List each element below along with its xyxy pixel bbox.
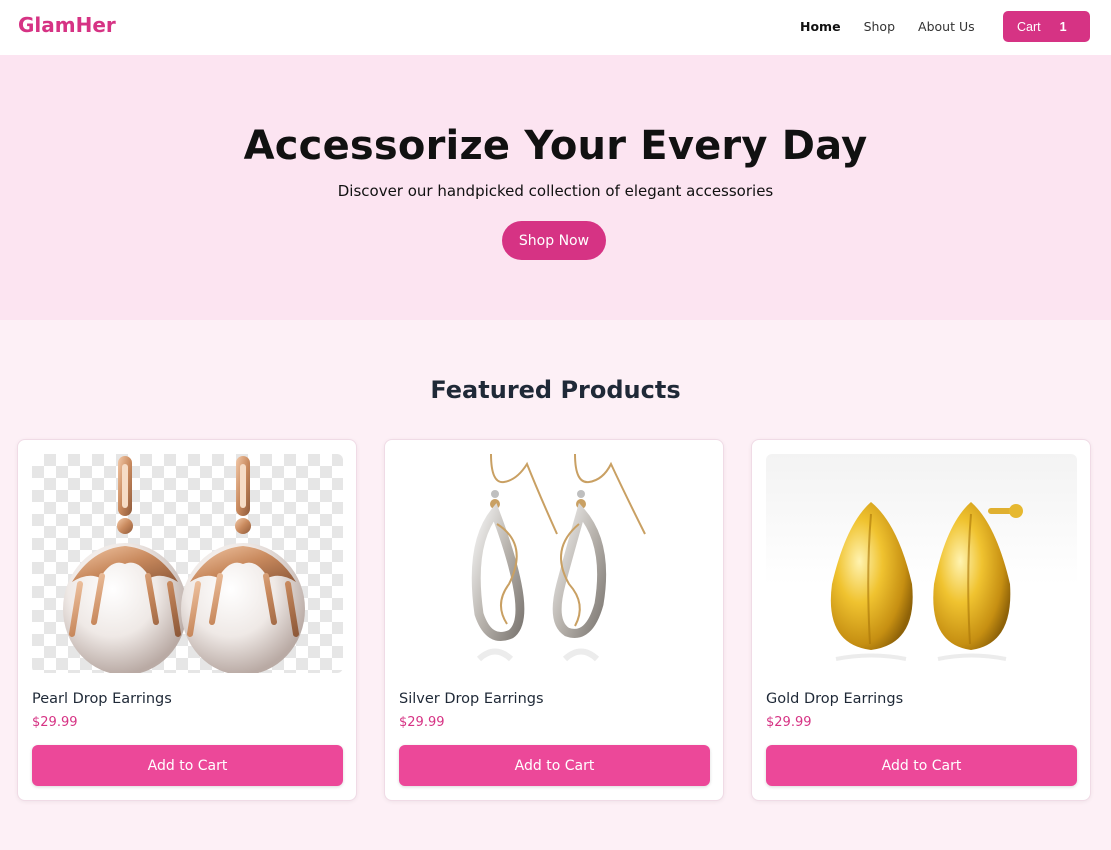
product-card: Silver Drop Earrings $29.99 Add to Cart bbox=[384, 439, 724, 801]
shop-now-button[interactable]: Shop Now bbox=[502, 221, 606, 260]
product-name[interactable]: Pearl Drop Earrings bbox=[32, 691, 172, 707]
hero-subtitle: Discover our handpicked collection of el… bbox=[337, 182, 774, 200]
brand-logo[interactable]: GlamHer bbox=[18, 13, 116, 37]
gold-earrings-image[interactable] bbox=[766, 454, 1077, 673]
nav-links: Home Shop About Us bbox=[800, 19, 998, 34]
product-name[interactable]: Gold Drop Earrings bbox=[766, 691, 903, 707]
featured-products-title: Featured Products bbox=[430, 376, 681, 404]
pearl-earrings-icon bbox=[63, 456, 305, 673]
silver-earrings-image[interactable] bbox=[399, 454, 710, 673]
product-name[interactable]: Silver Drop Earrings bbox=[399, 691, 544, 707]
hero-title: Accessorize Your Every Day bbox=[243, 123, 868, 169]
cart-count-badge: 1 bbox=[1059, 19, 1067, 34]
product-price: $29.99 bbox=[399, 715, 445, 730]
add-to-cart-button[interactable]: Add to Cart bbox=[399, 745, 710, 786]
gold-earrings-icon bbox=[830, 502, 1023, 661]
hero-section: Accessorize Your Every Day Discover our … bbox=[0, 55, 1111, 320]
nav-link-shop[interactable]: Shop bbox=[864, 19, 895, 34]
nav-link-about-us[interactable]: About Us bbox=[918, 19, 975, 34]
add-to-cart-button[interactable]: Add to Cart bbox=[766, 745, 1077, 786]
pearl-earrings-image[interactable] bbox=[32, 454, 343, 673]
navbar: GlamHer Home Shop About Us Cart 1 bbox=[0, 0, 1111, 55]
product-card: Gold Drop Earrings $29.99 Add to Cart bbox=[751, 439, 1091, 801]
add-to-cart-button[interactable]: Add to Cart bbox=[32, 745, 343, 786]
silver-earrings-icon bbox=[471, 454, 646, 662]
cart-button[interactable]: Cart 1 bbox=[1003, 11, 1090, 42]
nav-link-home[interactable]: Home bbox=[800, 19, 841, 34]
product-price: $29.99 bbox=[766, 715, 812, 730]
product-card: Pearl Drop Earrings $29.99 Add to Cart bbox=[17, 439, 357, 801]
product-price: $29.99 bbox=[32, 715, 78, 730]
cart-label: Cart bbox=[1017, 19, 1041, 34]
product-grid: Pearl Drop Earrings $29.99 Add to Cart S… bbox=[17, 439, 1091, 801]
